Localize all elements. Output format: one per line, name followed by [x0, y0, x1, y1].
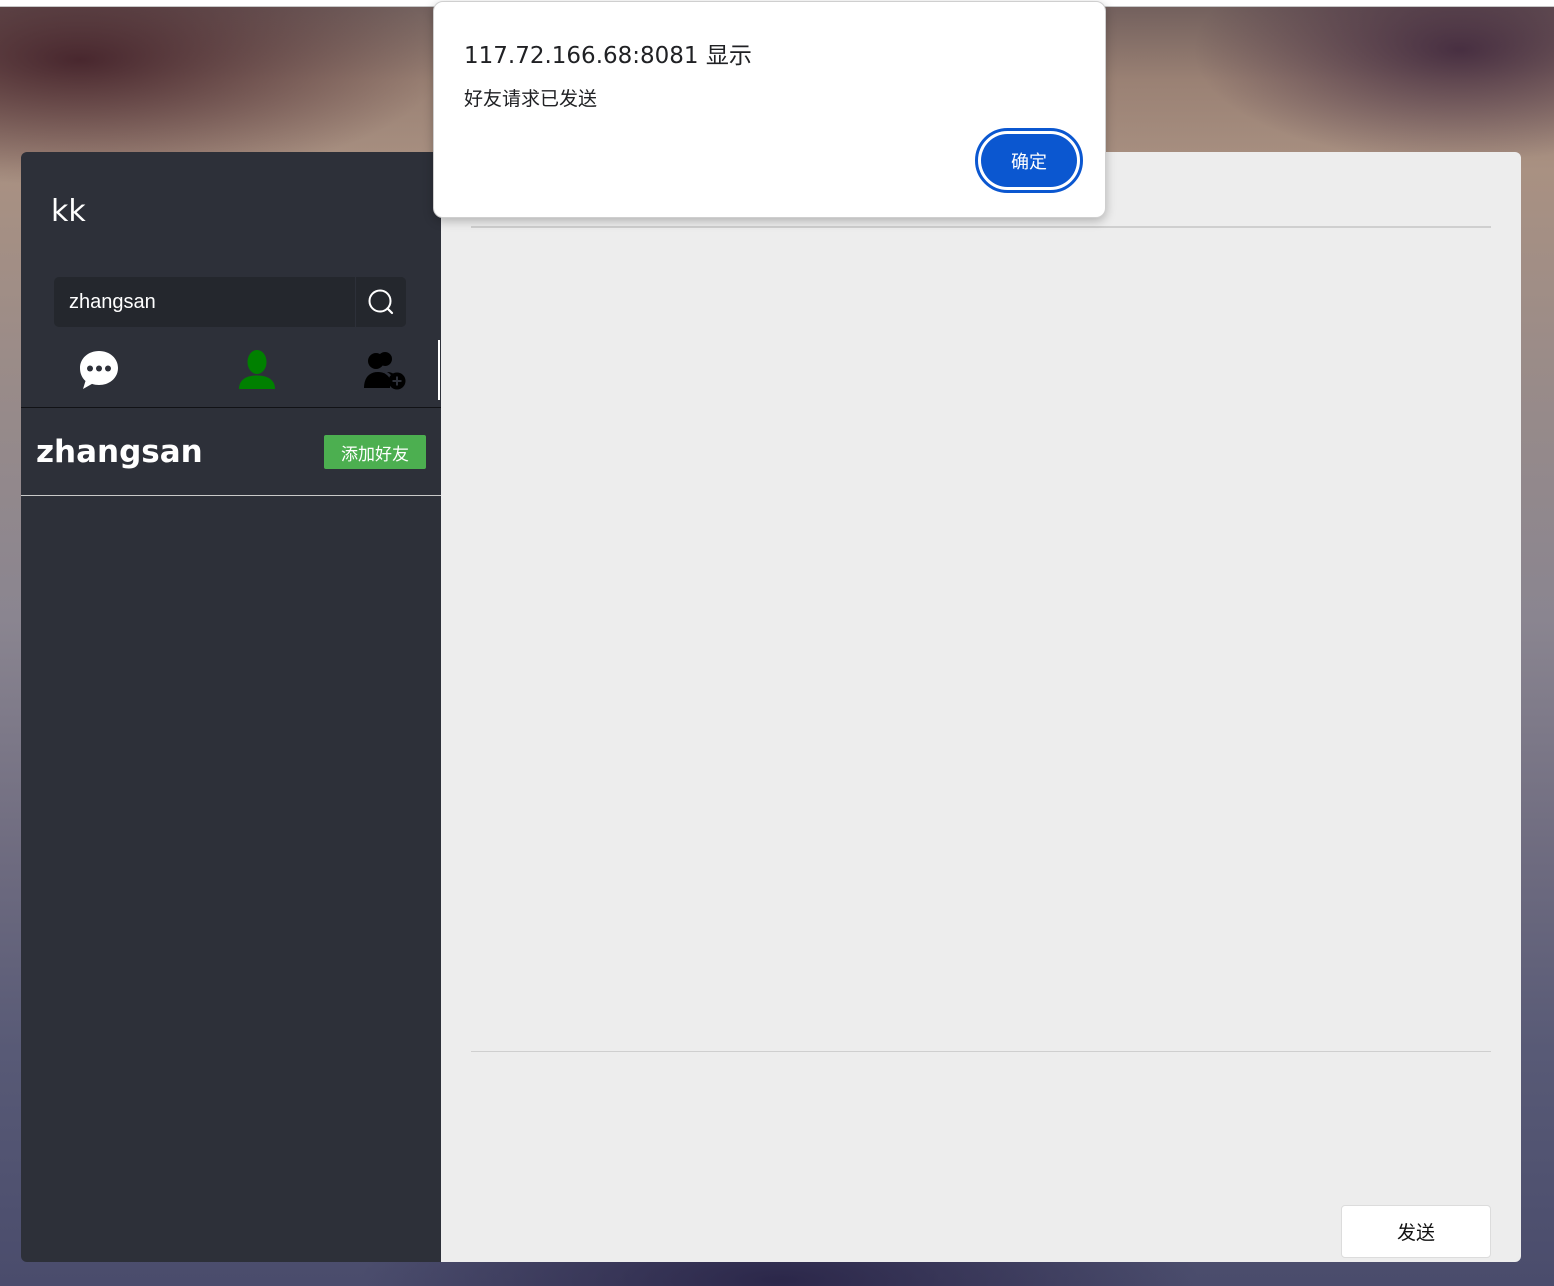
- search-button[interactable]: [355, 277, 406, 327]
- search-input[interactable]: [54, 277, 354, 327]
- result-username: zhangsan: [36, 434, 203, 470]
- chat-panel: 发送: [441, 152, 1521, 1262]
- user-icon: [239, 350, 275, 389]
- dialog-message: 好友请求已发送: [464, 88, 598, 110]
- chat-app: kk zhangsan zhangsan 添加好友 发送: [21, 152, 1521, 1262]
- user-add-icon: [364, 352, 406, 390]
- message-area: [471, 228, 1491, 1051]
- search-bar: [54, 277, 406, 327]
- sidebar: kk zhangsan zhangsan 添加好友: [21, 152, 441, 1262]
- alert-dialog: 117.72.166.68:8081 显示 好友请求已发送 确定: [433, 1, 1106, 218]
- tab-divider: [438, 340, 440, 400]
- dialog-ok-label: 确定: [981, 134, 1077, 187]
- message-input[interactable]: [471, 1052, 1491, 1202]
- tab-chat[interactable]: [69, 340, 129, 400]
- search-result-row: zhangsan 添加好友: [21, 408, 441, 496]
- send-button[interactable]: 发送: [1341, 1205, 1491, 1258]
- add-friend-button[interactable]: 添加好友: [324, 435, 426, 469]
- chat-bubble-icon: [80, 351, 118, 389]
- tab-add-friend[interactable]: [356, 340, 416, 400]
- search-icon: [368, 289, 394, 315]
- dialog-ok-button[interactable]: 确定: [975, 128, 1083, 193]
- sidebar-tabs: [21, 340, 441, 407]
- tab-contacts[interactable]: [227, 340, 287, 400]
- dialog-title: 117.72.166.68:8081 显示: [464, 43, 752, 69]
- current-username: kk: [51, 194, 86, 229]
